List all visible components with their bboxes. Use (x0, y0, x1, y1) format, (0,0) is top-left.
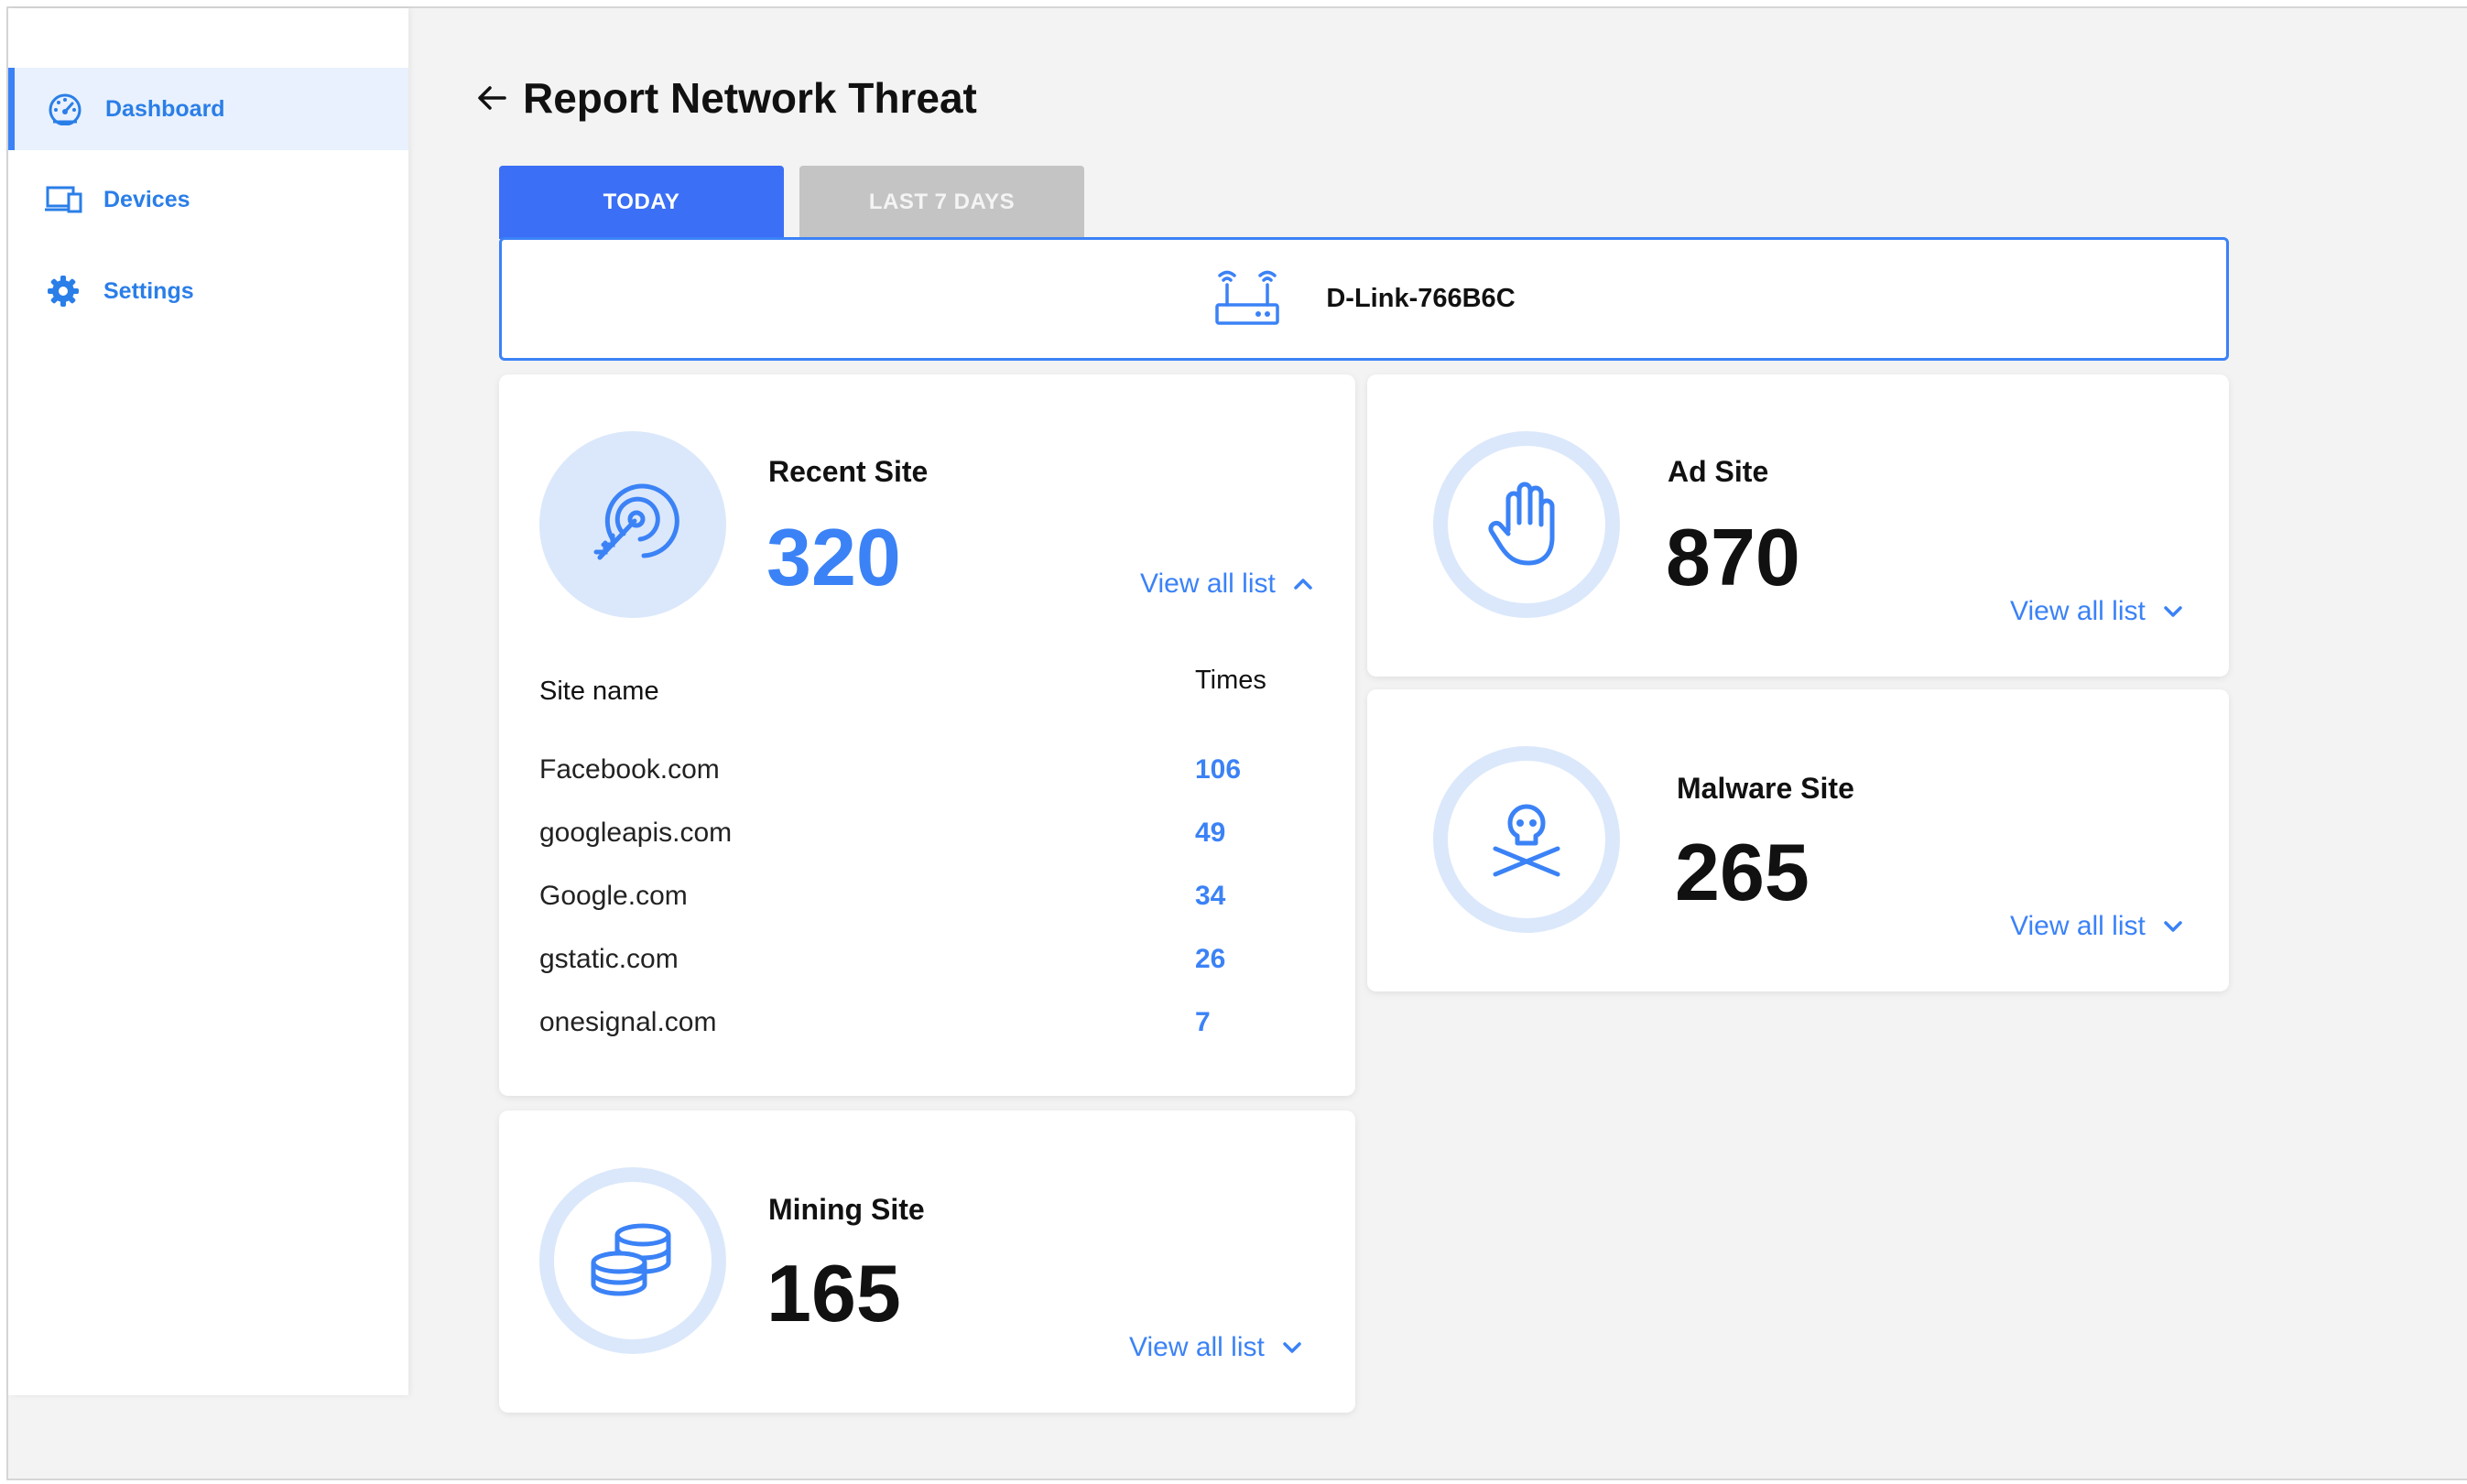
site-name: Facebook.com (539, 754, 720, 785)
devices-icon (43, 179, 83, 220)
coins-icon-circle (539, 1167, 726, 1354)
mining-site-card: Mining Site 165 View all list (499, 1110, 1355, 1413)
view-all-list-button[interactable]: View all list (2010, 596, 2186, 627)
app-window: Dashboard Devices Settings Report Networ… (6, 6, 2467, 1480)
back-arrow-icon[interactable] (473, 80, 510, 116)
recent-site-card: Recent Site 320 View all list Site name … (499, 374, 1355, 1096)
sidebar-item-devices[interactable]: Devices (8, 158, 408, 241)
target-icon-circle (539, 431, 726, 618)
view-all-label: View all list (1140, 569, 1276, 599)
card-label: Recent Site (768, 455, 929, 488)
site-name: Google.com (539, 881, 688, 911)
table-row[interactable]: Google.com 34 (539, 881, 1272, 926)
target-icon (585, 475, 680, 575)
view-all-label: View all list (2010, 596, 2146, 626)
skull-icon-circle (1433, 746, 1620, 933)
card-value: 320 (766, 512, 901, 602)
site-name: onesignal.com (539, 1007, 717, 1037)
view-all-list-button[interactable]: View all list (1129, 1332, 1305, 1363)
hand-icon-circle (1433, 431, 1620, 618)
sidebar-item-dashboard[interactable]: Dashboard (8, 68, 408, 150)
tab-today[interactable]: TODAY (499, 166, 784, 239)
site-times: 7 (1195, 1007, 1211, 1037)
device-name: D-Link-766B6C (1326, 284, 1516, 313)
chevron-down-icon (2164, 606, 2182, 617)
chevron-down-icon (2164, 921, 2182, 932)
card-label: Mining Site (768, 1193, 925, 1226)
site-name: gstatic.com (539, 944, 679, 974)
table-row[interactable]: onesignal.com 7 (539, 1007, 1272, 1053)
card-value: 165 (766, 1248, 901, 1338)
column-header-site-name: Site name (539, 677, 659, 706)
column-header-times: Times (1195, 666, 1266, 695)
chevron-up-icon (1294, 579, 1312, 590)
sidebar: Dashboard Devices Settings (8, 8, 408, 1395)
table-row[interactable]: Facebook.com 106 (539, 754, 1272, 800)
gauge-icon (45, 89, 85, 129)
site-name: googleapis.com (539, 818, 733, 848)
router-icon (1212, 266, 1282, 331)
sidebar-item-settings[interactable]: Settings (8, 250, 408, 332)
view-all-list-button[interactable]: View all list (1140, 569, 1316, 600)
card-label: Ad Site (1668, 455, 1769, 488)
device-selector[interactable]: D-Link-766B6C (499, 237, 2229, 361)
sidebar-item-label: Devices (103, 186, 190, 212)
skull-crossbones-icon (1483, 792, 1570, 888)
ad-site-card: Ad Site 870 View all list (1367, 374, 2229, 677)
sidebar-item-label: Settings (103, 277, 194, 304)
site-times: 34 (1195, 881, 1226, 911)
site-times: 106 (1195, 754, 1242, 785)
table-row[interactable]: gstatic.com 26 (539, 944, 1272, 990)
gear-icon (43, 271, 83, 311)
hand-icon (1483, 477, 1570, 573)
malware-site-card: Malware Site 265 View all list (1367, 689, 2229, 991)
card-value: 870 (1666, 512, 1800, 602)
page-title: Report Network Threat (523, 74, 977, 122)
tab-last-7-days[interactable]: LAST 7 DAYS (799, 166, 1084, 239)
card-value: 265 (1675, 827, 1809, 917)
view-all-list-button[interactable]: View all list (2010, 911, 2186, 942)
sidebar-item-label: Dashboard (105, 95, 225, 122)
chevron-down-icon (1283, 1342, 1301, 1353)
coins-stack-icon (582, 1213, 683, 1309)
site-times: 26 (1195, 944, 1226, 974)
table-row[interactable]: googleapis.com 49 (539, 818, 1272, 863)
view-all-label: View all list (1129, 1332, 1265, 1362)
site-times: 49 (1195, 818, 1226, 848)
card-label: Malware Site (1677, 772, 1854, 805)
view-all-label: View all list (2010, 911, 2146, 941)
